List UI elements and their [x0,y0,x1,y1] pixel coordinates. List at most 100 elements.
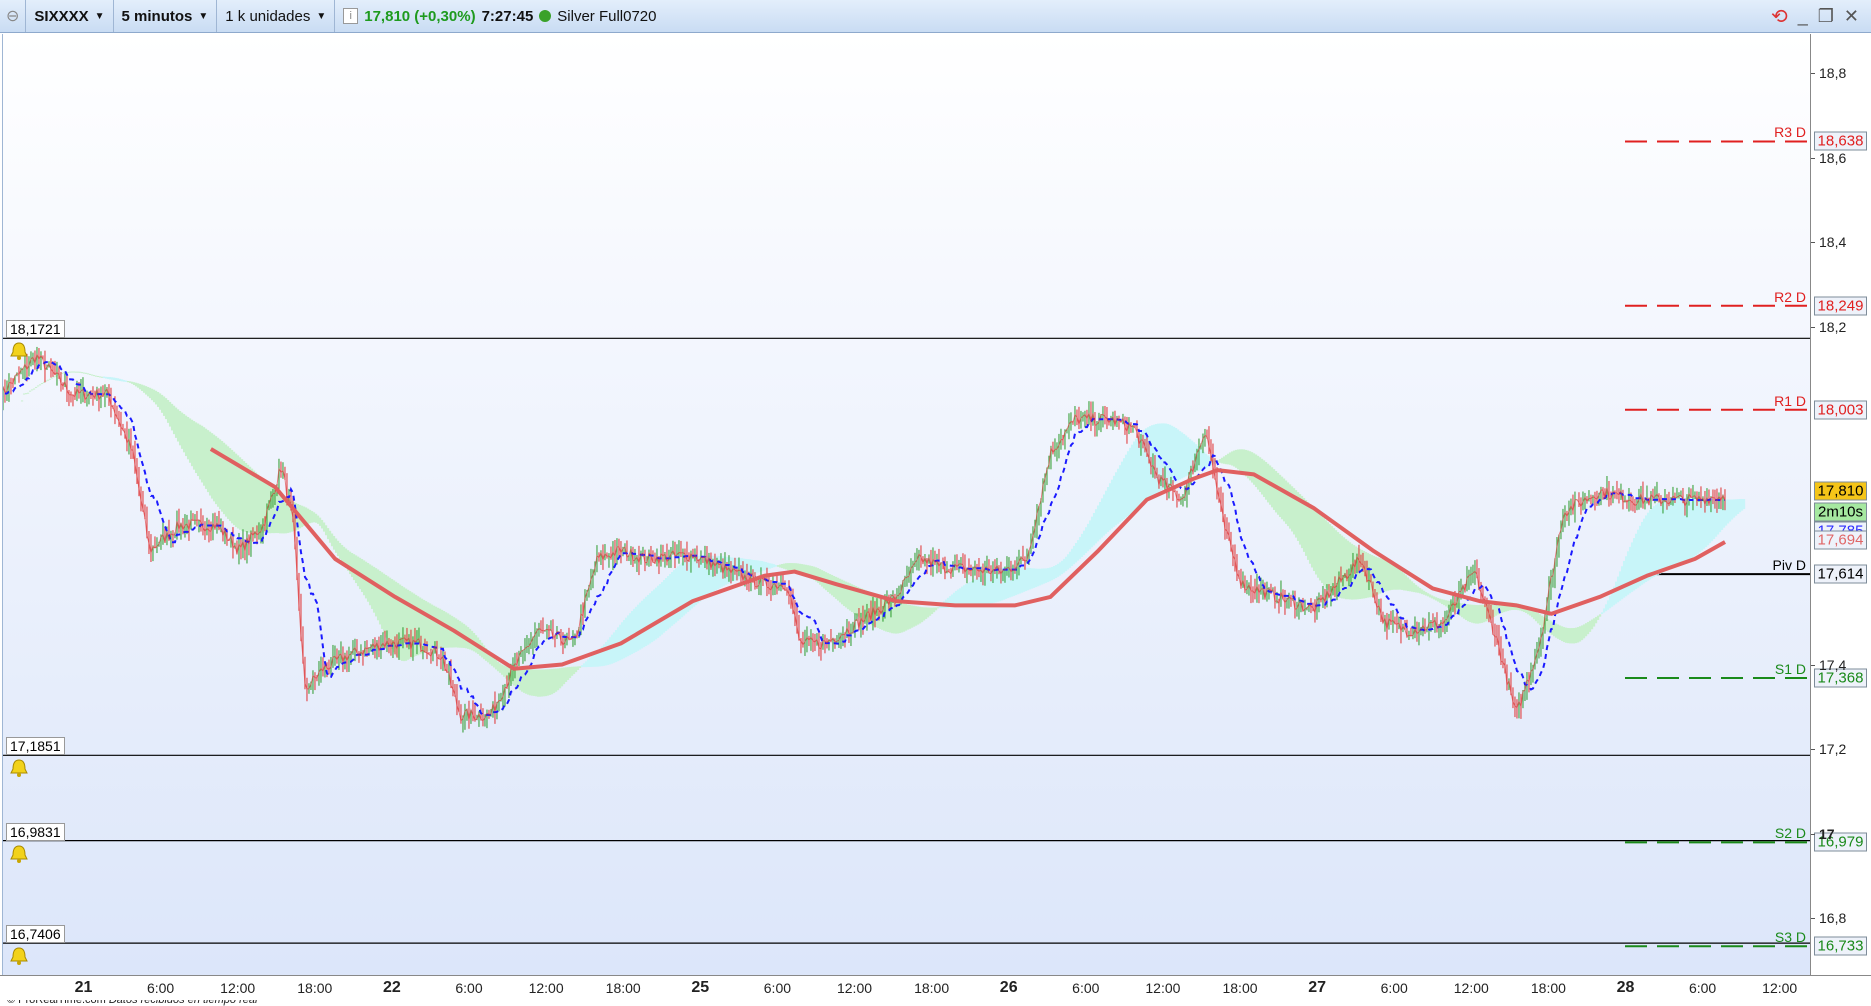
cloud-segment [1086,523,1090,552]
cloud-segment [1652,506,1656,578]
cloud-segment [1696,498,1700,554]
cloud-segment [352,554,356,581]
cloud-segment [646,594,650,645]
cloud-segment [970,580,974,606]
cloud-segment [1036,568,1040,587]
cloud-segment [1416,586,1420,593]
cloud-segment [202,427,206,486]
cloud-segment [1418,587,1422,594]
time-axis[interactable]: 21 6:00 12:00 18:00 22 6:00 12:00 18:00 25 6:00 12… [0,975,1871,1000]
refresh-icon[interactable]: ⟲ [1771,4,1788,29]
cloud-segment [1482,604,1486,623]
cloud-segment [1386,561,1390,591]
cloud-segment [1434,597,1438,601]
cloud-segment [780,564,784,569]
cloud-segment [902,603,906,632]
cloud-segment [1218,459,1222,463]
time-tick-hour: 6:00 [1688,980,1717,996]
cloud-segment [1236,449,1240,470]
cloud-segment [106,376,110,380]
bell-icon[interactable] [9,759,29,778]
cloud-segment [1438,598,1442,603]
cloud-segment [328,530,332,543]
cloud-segment [130,381,134,384]
price-chart[interactable]: 18,1721 17,1851 16,9831 16,7406 R3 D R2 D R1 D… [2,34,1811,1006]
cloud-segment [1232,450,1236,467]
cloud-segment [1092,512,1096,546]
alert-price-label: 17,1851 [6,737,65,756]
minimize-icon[interactable]: _ [1798,6,1808,27]
cloud-segment [1538,614,1542,626]
cloud-segment [142,385,146,393]
cloud-segment [1608,595,1612,609]
cloud-segment [564,667,568,682]
bell-icon[interactable] [9,845,29,863]
cloud-segment [1084,527,1088,554]
cloud-segment [1400,571,1404,590]
cloud-segment [278,492,282,534]
bell-icon[interactable] [9,947,29,966]
cloud-segment [1408,579,1412,592]
cloud-segment [146,387,150,397]
price-marker: 17,694 [1814,530,1867,550]
cloud-segment [122,380,126,382]
cloud-segment [180,412,184,449]
info-icon[interactable]: i [343,8,359,24]
cloud-segment [960,586,964,607]
cloud-segment [1390,563,1394,590]
price-tick-mark [1811,242,1815,243]
cloud-segment [1410,581,1414,592]
cloud-segment [1304,500,1308,556]
cloud-segment [156,392,160,407]
cloud-segment [1316,512,1320,578]
symbol-dropdown[interactable]: SIXXXX ▼ [26,0,114,32]
cloud-segment [1324,520,1328,588]
cloud-segment [818,569,822,585]
cloud-segment [1578,626,1582,642]
cloud-segment [1322,518,1326,586]
cloud-segment [1278,474,1282,518]
cloud-segment [900,602,904,633]
cloud-segment [94,375,98,377]
cloud-segment [158,393,162,410]
price-axis[interactable]: 18,63818,24918,00317,61417,36816,97916,7… [1810,34,1871,975]
cloud-segment [1028,567,1032,590]
cloud-segment [1428,594,1432,598]
cloud-segment [1258,457,1262,493]
price-tick-label: 17,2 [1819,741,1847,757]
cloud-segment [1590,619,1594,630]
pivot-name: R3 D [1774,124,1806,141]
cloud-segment [438,608,442,649]
cloud-segment [246,464,250,533]
cloud-segment [930,607,934,615]
close-icon[interactable]: ✕ [1844,6,1859,27]
time-tick-hour: 12:00 [836,980,873,996]
cloud-segment [1058,562,1062,576]
bell-icon[interactable] [9,342,29,361]
cloud-segment [1248,451,1252,481]
cloud-segment [776,565,780,567]
cloud-segment [1732,499,1736,518]
cloud-segment [34,386,38,388]
cloud-segment [114,377,118,381]
restore-icon[interactable]: ❐ [1818,6,1834,27]
cloud-segment [584,661,588,668]
cloud-segment [1470,604,1474,623]
cloud-segment [220,441,224,512]
cloud-segment [126,381,130,383]
cloud-segment [840,579,844,605]
price-tick-mark [1811,157,1815,159]
cloud-segment [502,665,506,677]
cloud-segment [1256,455,1260,490]
cloud-segment [1474,605,1478,624]
cloud-segment [918,606,922,624]
cloud-segment [1054,565,1058,579]
cloud-segment [660,582,664,635]
units-dropdown[interactable]: 1 k unidades ▼ [217,0,336,32]
cloud-segment [176,409,180,442]
timeframe-dropdown[interactable]: 5 minutos ▼ [114,0,218,32]
cloud-segment [388,577,392,646]
cloud-segment [1170,425,1174,484]
link-icon[interactable]: ⊖ [0,0,27,32]
pivot-value-box: 16,733 [1814,936,1867,956]
